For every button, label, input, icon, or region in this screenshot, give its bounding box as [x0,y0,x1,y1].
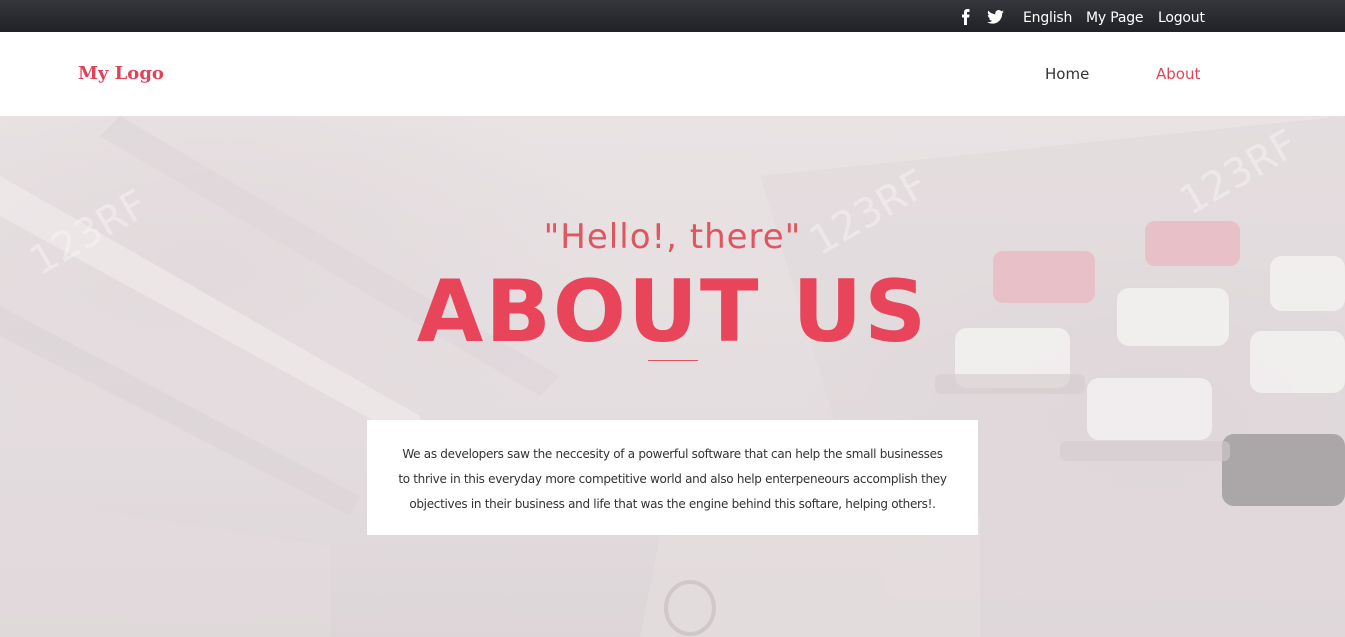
nav-about[interactable]: About [1156,64,1200,84]
title-divider [648,360,698,361]
site-logo[interactable]: My Logo [78,62,164,86]
hero-section: 123RF 123RF 123RF "Hello!, there" ABOUT … [0,116,1345,637]
nav-home[interactable]: Home [1045,64,1089,84]
page-title: ABOUT US [416,262,929,362]
twitter-icon[interactable] [987,10,1004,24]
about-description: We as developers saw the neccesity of a … [398,447,947,511]
top-bar: English My Page Logout [0,0,1345,32]
my-page-link[interactable]: My Page [1086,9,1144,27]
hero-background-image: 123RF 123RF 123RF [0,116,1345,637]
language-link[interactable]: English [1023,9,1072,27]
facebook-icon[interactable] [958,9,972,25]
hero-greeting: "Hello!, there" [543,217,802,257]
site-header: My Logo Home About [0,32,1345,116]
about-text-box: We as developers saw the neccesity of a … [367,420,978,535]
logout-link[interactable]: Logout [1158,9,1205,27]
